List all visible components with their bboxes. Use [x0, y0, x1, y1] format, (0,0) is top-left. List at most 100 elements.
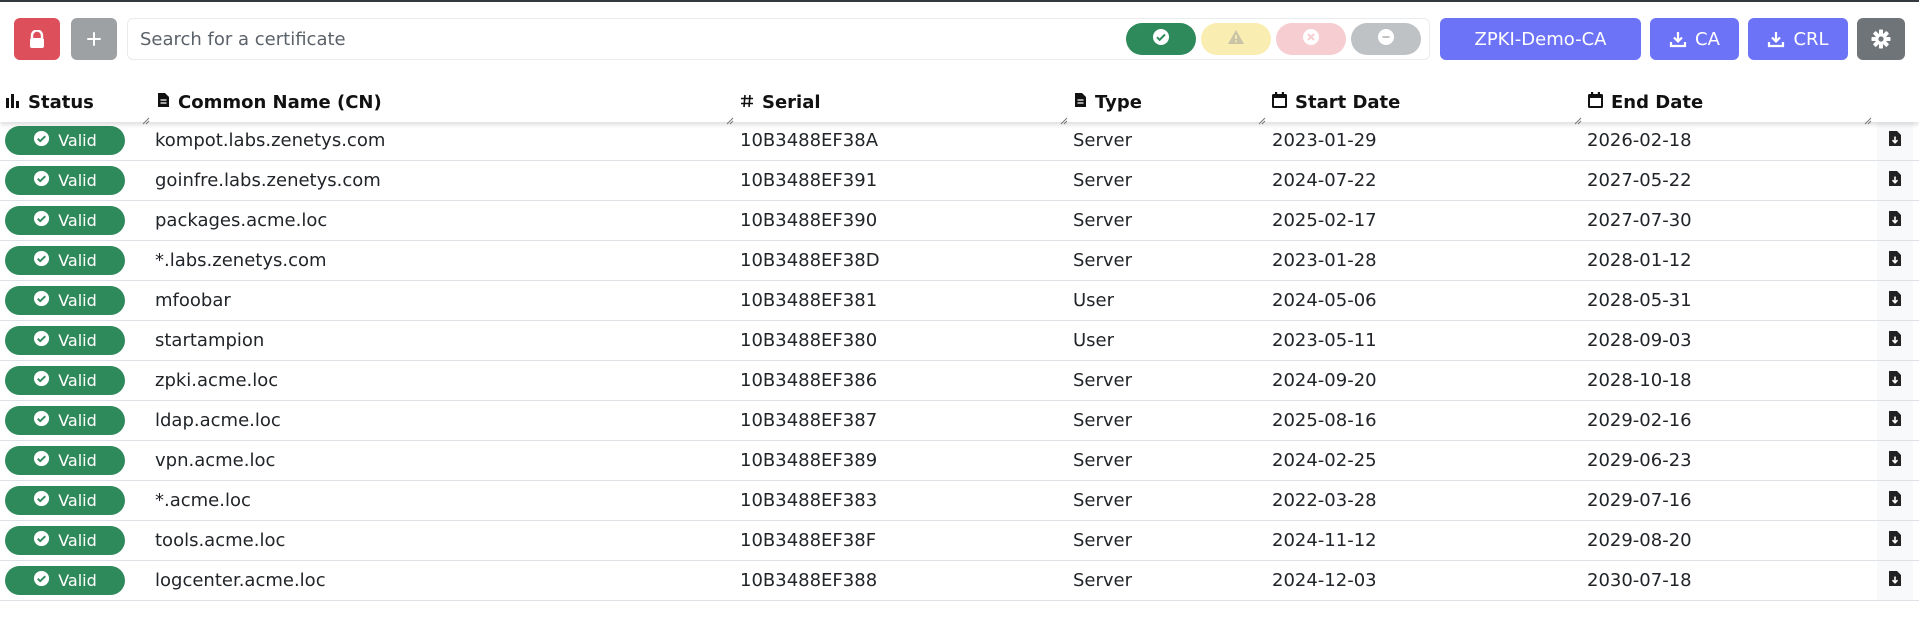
table-row[interactable]: Valid vpn.acme.loc 10B3488EF389 Server 2…	[0, 441, 1919, 481]
table-row[interactable]: Valid kompot.labs.zenetys.com 10B3488EF3…	[0, 121, 1919, 161]
status-badge: Valid	[5, 486, 125, 515]
status-label: Valid	[58, 371, 97, 390]
download-crl-button[interactable]: CRL	[1748, 18, 1848, 60]
cell-serial: 10B3488EF38F	[740, 530, 877, 551]
file-icon	[157, 92, 170, 113]
check-circle-icon	[33, 290, 50, 311]
table-row[interactable]: Valid packages.acme.loc 10B3488EF390 Ser…	[0, 201, 1919, 241]
file-download-icon	[1888, 530, 1902, 551]
cell-common-name: tools.acme.loc	[155, 530, 286, 551]
cell-end-date: 2027-05-22	[1587, 170, 1692, 191]
cell-serial: 10B3488EF389	[740, 450, 878, 471]
table-row[interactable]: Valid mfoobar 10B3488EF381 User 2024-05-…	[0, 281, 1919, 321]
table-row[interactable]: Valid *.labs.zenetys.com 10B3488EF38D Se…	[0, 241, 1919, 281]
download-certificate-button[interactable]	[1877, 201, 1913, 240]
status-badge: Valid	[5, 246, 125, 275]
ca-download-label: CA	[1695, 28, 1720, 50]
table-row[interactable]: Valid *.acme.loc 10B3488EF383 Server 202…	[0, 481, 1919, 521]
column-header-status[interactable]: Status	[6, 82, 94, 122]
search-input[interactable]	[140, 19, 1100, 59]
column-resize-handle[interactable]	[1060, 110, 1068, 129]
column-header-label: Start Date	[1295, 91, 1401, 113]
column-header-end-date[interactable]: End Date	[1588, 82, 1703, 122]
check-circle-icon	[33, 370, 50, 391]
check-circle-icon	[1152, 28, 1170, 50]
cell-type: Server	[1073, 170, 1133, 191]
file-download-icon	[1888, 290, 1902, 311]
table-row[interactable]: Valid logcenter.acme.loc 10B3488EF388 Se…	[0, 561, 1919, 601]
download-certificate-button[interactable]	[1877, 561, 1913, 600]
download-certificate-button[interactable]	[1877, 161, 1913, 200]
table-row[interactable]: Valid ldap.acme.loc 10B3488EF387 Server …	[0, 401, 1919, 441]
plus-icon	[86, 31, 102, 47]
file-download-icon	[1888, 170, 1902, 191]
column-resize-handle[interactable]	[142, 110, 150, 129]
download-certificate-button[interactable]	[1877, 121, 1913, 160]
filter-expired-toggle[interactable]	[1351, 23, 1421, 55]
lock-icon	[29, 30, 45, 48]
file-download-icon	[1888, 210, 1902, 231]
file-download-icon	[1888, 410, 1902, 431]
cell-type: Server	[1073, 370, 1133, 391]
check-circle-icon	[33, 130, 50, 151]
file-download-icon	[1888, 570, 1902, 591]
status-label: Valid	[58, 331, 97, 350]
column-header-start-date[interactable]: Start Date	[1272, 82, 1400, 122]
column-header-type[interactable]: Type	[1074, 82, 1142, 122]
file-download-icon	[1888, 370, 1902, 391]
column-resize-handle[interactable]	[1258, 110, 1266, 129]
filter-warning-toggle[interactable]	[1201, 23, 1271, 55]
cell-type: Server	[1073, 410, 1133, 431]
cell-start-date: 2024-11-12	[1272, 530, 1377, 551]
check-circle-icon	[33, 410, 50, 431]
lock-button[interactable]	[14, 18, 60, 60]
download-certificate-button[interactable]	[1877, 281, 1913, 320]
filter-valid-toggle[interactable]	[1126, 23, 1196, 55]
crl-download-label: CRL	[1793, 28, 1829, 50]
table-header: Status Common Name (CN) Serial Type Star…	[0, 82, 1919, 125]
cell-end-date: 2030-07-18	[1587, 570, 1692, 591]
minus-circle-icon	[1377, 28, 1395, 50]
file-download-icon	[1888, 450, 1902, 471]
cell-serial: 10B3488EF387	[740, 410, 878, 431]
cell-start-date: 2023-01-29	[1272, 130, 1377, 151]
cell-end-date: 2026-02-18	[1587, 130, 1692, 151]
status-badge: Valid	[5, 326, 125, 355]
status-badge: Valid	[5, 446, 125, 475]
download-certificate-button[interactable]	[1877, 481, 1913, 520]
column-header-label: Type	[1095, 91, 1142, 113]
ca-name-label: ZPKI-Demo-CA	[1474, 28, 1607, 50]
check-circle-icon	[33, 450, 50, 471]
ca-selector-button[interactable]: ZPKI-Demo-CA	[1440, 18, 1641, 60]
download-ca-button[interactable]: CA	[1650, 18, 1739, 60]
download-certificate-button[interactable]	[1877, 521, 1913, 560]
download-certificate-button[interactable]	[1877, 401, 1913, 440]
table-row[interactable]: Valid startampion 10B3488EF380 User 2023…	[0, 321, 1919, 361]
status-label: Valid	[58, 411, 97, 430]
column-resize-handle[interactable]	[1864, 110, 1872, 129]
settings-button[interactable]	[1857, 18, 1905, 60]
table-row[interactable]: Valid tools.acme.loc 10B3488EF38F Server…	[0, 521, 1919, 561]
cell-serial: 10B3488EF38A	[740, 130, 879, 151]
download-certificate-button[interactable]	[1877, 241, 1913, 280]
cell-type: User	[1073, 290, 1115, 311]
column-header-serial[interactable]: Serial	[740, 82, 821, 122]
column-header-cn[interactable]: Common Name (CN)	[157, 82, 382, 122]
download-certificate-button[interactable]	[1877, 441, 1913, 480]
column-resize-handle[interactable]	[726, 110, 734, 129]
table-row[interactable]: Valid goinfre.labs.zenetys.com 10B3488EF…	[0, 161, 1919, 201]
download-icon	[1669, 30, 1687, 48]
column-resize-handle[interactable]	[1574, 110, 1582, 129]
cell-start-date: 2025-08-16	[1272, 410, 1377, 431]
cell-serial: 10B3488EF380	[740, 330, 878, 351]
status-badge: Valid	[5, 126, 125, 155]
filter-revoked-toggle[interactable]	[1276, 23, 1346, 55]
download-certificate-button[interactable]	[1877, 321, 1913, 360]
add-certificate-button[interactable]	[71, 18, 117, 60]
status-label: Valid	[58, 171, 97, 190]
table-row[interactable]: Valid zpki.acme.loc 10B3488EF386 Server …	[0, 361, 1919, 401]
download-certificate-button[interactable]	[1877, 361, 1913, 400]
cell-start-date: 2022-03-28	[1272, 490, 1377, 511]
cell-start-date: 2024-05-06	[1272, 290, 1377, 311]
cell-serial: 10B3488EF388	[740, 570, 878, 591]
